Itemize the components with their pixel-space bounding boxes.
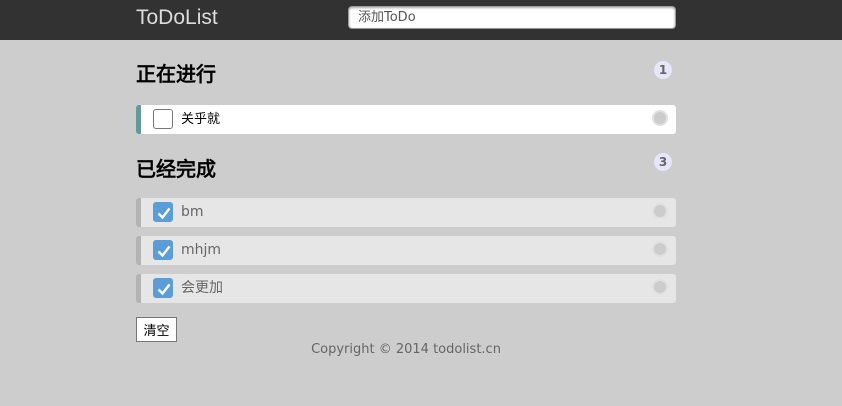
done-item-text[interactable]: 会更加 xyxy=(181,274,223,303)
copyright-text: Copyright © 2014 todolist.cn xyxy=(311,342,501,357)
delete-item-button[interactable] xyxy=(652,203,668,219)
done-section-title: 已经完成 xyxy=(136,157,216,181)
checkmark-icon xyxy=(157,207,171,220)
todo-checkbox[interactable] xyxy=(153,109,173,129)
done-count-badge: 3 xyxy=(654,153,672,171)
checkmark-icon xyxy=(157,283,171,296)
footer: Copyright © 2014 todolist.cn xyxy=(0,342,842,358)
done-checkbox[interactable] xyxy=(153,202,173,222)
done-item[interactable]: 会更加 xyxy=(136,274,676,303)
delete-item-button[interactable] xyxy=(652,241,668,257)
todo-item[interactable]: 关乎就 xyxy=(136,105,676,134)
done-item[interactable]: mhjm xyxy=(136,236,676,265)
delete-item-button[interactable] xyxy=(652,110,668,126)
doing-section-title: 正在进行 xyxy=(136,62,216,86)
done-item-text[interactable]: bm xyxy=(181,198,204,227)
app-title: ToDoList xyxy=(136,6,218,29)
done-checkbox[interactable] xyxy=(153,278,173,298)
checkmark-icon xyxy=(157,245,171,258)
todo-item-text[interactable]: 关乎就 xyxy=(181,105,220,134)
done-checkbox[interactable] xyxy=(153,240,173,260)
done-item[interactable]: bm xyxy=(136,198,676,227)
clear-button[interactable]: 清空 xyxy=(136,317,177,342)
done-item-text[interactable]: mhjm xyxy=(181,236,221,265)
add-todo-input[interactable] xyxy=(348,6,676,29)
doing-count-badge: 1 xyxy=(654,61,672,79)
delete-item-button[interactable] xyxy=(652,279,668,295)
top-bar: ToDoList xyxy=(0,0,842,40)
